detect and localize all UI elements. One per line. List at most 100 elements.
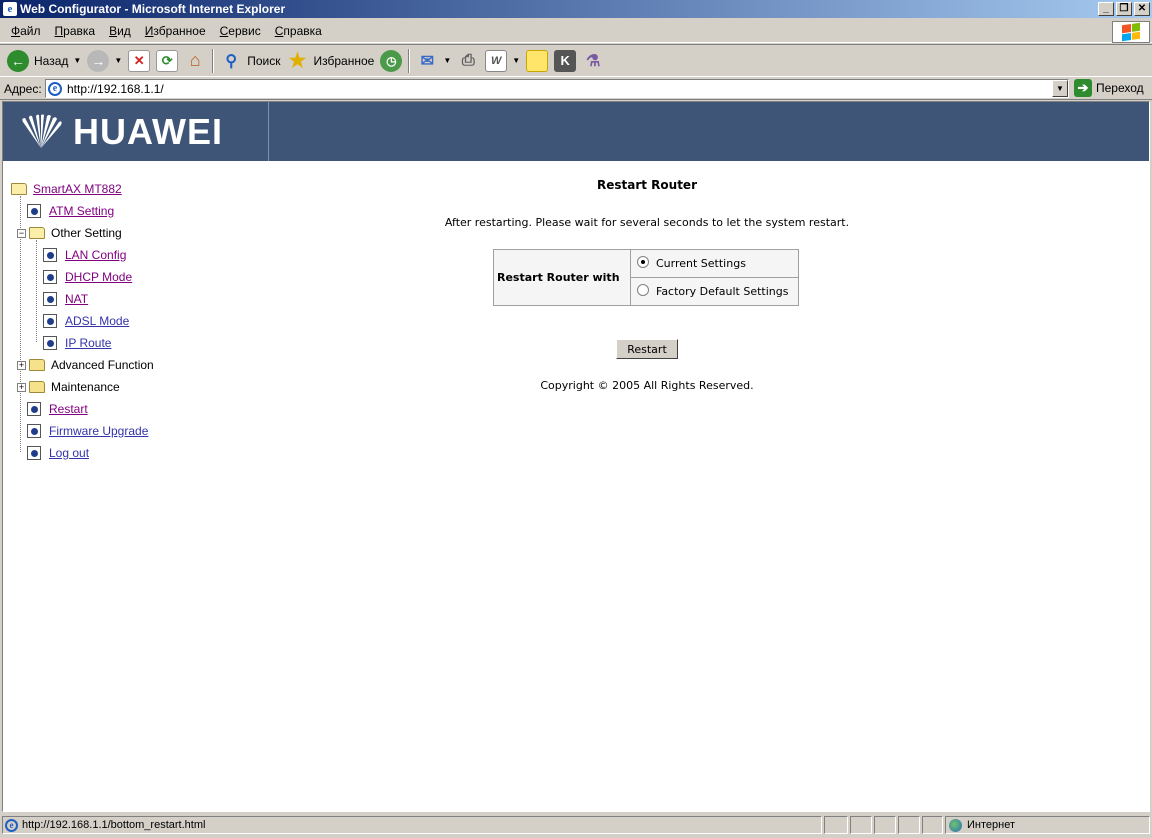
tree-link-iproute[interactable]: IP Route [65,336,111,350]
page-icon [43,314,57,328]
research-button[interactable]: ⚗ [579,47,607,75]
option-factory-label: Factory Default Settings [656,285,789,298]
page-title: Restart Router [596,178,697,192]
menu-favorites[interactable]: Избранное [138,22,213,40]
tree-item-firmware[interactable]: Firmware Upgrade [11,420,271,442]
home-button[interactable]: ⌂ [181,47,209,75]
folder-icon [29,381,45,393]
maximize-button[interactable]: ❐ [1116,2,1132,16]
option-current-cell[interactable]: Current Settings [630,249,799,278]
status-main: e http://192.168.1.1/bottom_restart.html [2,816,822,834]
tree-label-maintenance: Maintenance [51,380,120,394]
menu-edit-label: равка [63,24,96,38]
tree-item-root[interactable]: SmartAX MT882 [11,178,271,200]
page-icon [27,446,41,460]
forward-button[interactable]: → ▼ [84,47,125,75]
favorites-button[interactable]: ★ Избранное [284,47,378,75]
research-icon: ⚗ [586,52,601,70]
tree-link-restart[interactable]: Restart [49,402,88,416]
refresh-icon: ⟳ [156,49,179,72]
menu-tools[interactable]: Сервис [213,22,268,40]
window-title: Web Configurator - Microsoft Internet Ex… [20,2,286,16]
ie-icon: e [3,2,17,16]
tree-item-other[interactable]: − Other Setting [11,222,271,244]
tree-link-logout[interactable]: Log out [49,446,89,460]
tree-link-lan[interactable]: LAN Config [65,248,126,262]
restart-button[interactable]: Restart [616,339,678,359]
tree-item-advanced[interactable]: + Advanced Function [11,354,271,376]
tree-link-dhcp[interactable]: DHCP Mode [65,270,132,284]
tree-label-other: Other Setting [51,226,122,240]
menu-bar: Файл Правка Вид Избранное Сервис Справка [0,20,1152,43]
tree-link-nat[interactable]: NAT [65,292,88,306]
printer-icon: ⎙ [461,51,475,69]
status-bar: e http://192.168.1.1/bottom_restart.html… [0,815,1152,835]
tree-item-lan[interactable]: LAN Config [11,244,271,266]
globe-icon [949,818,962,832]
radio-current-settings[interactable] [637,256,649,268]
status-pane [874,816,896,834]
minimize-button[interactable]: _ [1098,2,1114,16]
collapse-icon[interactable]: − [17,228,26,238]
messenger-button[interactable]: K [551,47,579,75]
status-pane [922,816,943,834]
expand-icon[interactable]: + [17,360,26,370]
radio-factory-default[interactable] [637,284,649,296]
search-button[interactable]: ⚲ Поиск [217,47,283,75]
mail-dropdown-icon[interactable]: ▼ [443,56,451,65]
menu-edit[interactable]: Правка [48,22,103,40]
nav-tree: SmartAX MT882 ATM Setting − Other Settin… [11,178,271,464]
search-label: Поиск [247,53,281,68]
print-button[interactable]: ⎙ [454,47,482,75]
tree-link-atm[interactable]: ATM Setting [49,204,114,218]
toolbar: ← Назад ▼ → ▼ ✕ ⟳ ⌂ ⚲ Поиск ★ Избранное … [0,44,1152,77]
edit-dropdown-icon[interactable]: ▼ [512,56,520,65]
menu-edit-accel: П [54,24,64,38]
options-header: Restart Router with [493,249,631,306]
tree-link-firmware[interactable]: Firmware Upgrade [49,424,148,438]
go-button[interactable]: ➔ Переход [1074,79,1144,97]
copyright-text: Copyright © 2005 All Rights Reserved. [540,379,754,392]
stop-button[interactable]: ✕ [125,47,153,75]
menu-view[interactable]: Вид [102,22,138,40]
tree-item-maintenance[interactable]: + Maintenance [11,376,271,398]
tree-item-adsl[interactable]: ADSL Mode [11,310,271,332]
toolbar-separator [408,48,411,73]
menu-view-accel: В [109,24,118,38]
expand-icon[interactable]: + [17,382,26,392]
page-icon [27,424,41,438]
menu-file[interactable]: Файл [4,22,48,40]
option-factory-cell[interactable]: Factory Default Settings [630,277,799,306]
forward-dropdown-icon[interactable]: ▼ [114,56,122,65]
menu-help[interactable]: Справка [268,22,329,40]
forward-arrow-icon: → [87,49,110,72]
title-bar: e Web Configurator - Microsoft Internet … [0,0,1152,18]
address-input[interactable]: e http://192.168.1.1/ ▼ [45,79,1069,98]
tree-item-iproute[interactable]: IP Route [11,332,271,354]
tree-link-root[interactable]: SmartAX MT882 [33,182,122,196]
edit-button[interactable]: W ▼ [482,47,523,75]
mail-button[interactable]: ✉ ▼ [413,47,454,75]
refresh-button[interactable]: ⟳ [153,47,181,75]
menu-file-accel: Ф [11,24,21,38]
home-icon: ⌂ [189,50,201,70]
page-icon [43,248,57,262]
discuss-button[interactable] [523,47,551,75]
address-dropdown-icon[interactable]: ▼ [1052,80,1068,97]
tree-item-logout[interactable]: Log out [11,442,271,464]
back-dropdown-icon[interactable]: ▼ [73,56,81,65]
history-button[interactable]: ◷ [377,47,405,75]
tree-item-atm[interactable]: ATM Setting [11,200,271,222]
folder-open-icon [11,183,27,195]
zone-label: Интернет [967,819,1015,831]
back-button[interactable]: ← Назад ▼ [4,47,84,75]
menu-favorites-label: збранное [153,24,206,38]
address-label: Адрес: [4,81,42,96]
tree-link-adsl[interactable]: ADSL Mode [65,314,129,328]
menu-help-label: правка [283,24,322,38]
tree-item-restart[interactable]: Restart [11,398,271,420]
page-status-icon: e [5,818,18,832]
close-button[interactable]: ✕ [1134,2,1150,16]
tree-item-dhcp[interactable]: DHCP Mode [11,266,271,288]
tree-item-nat[interactable]: NAT [11,288,271,310]
